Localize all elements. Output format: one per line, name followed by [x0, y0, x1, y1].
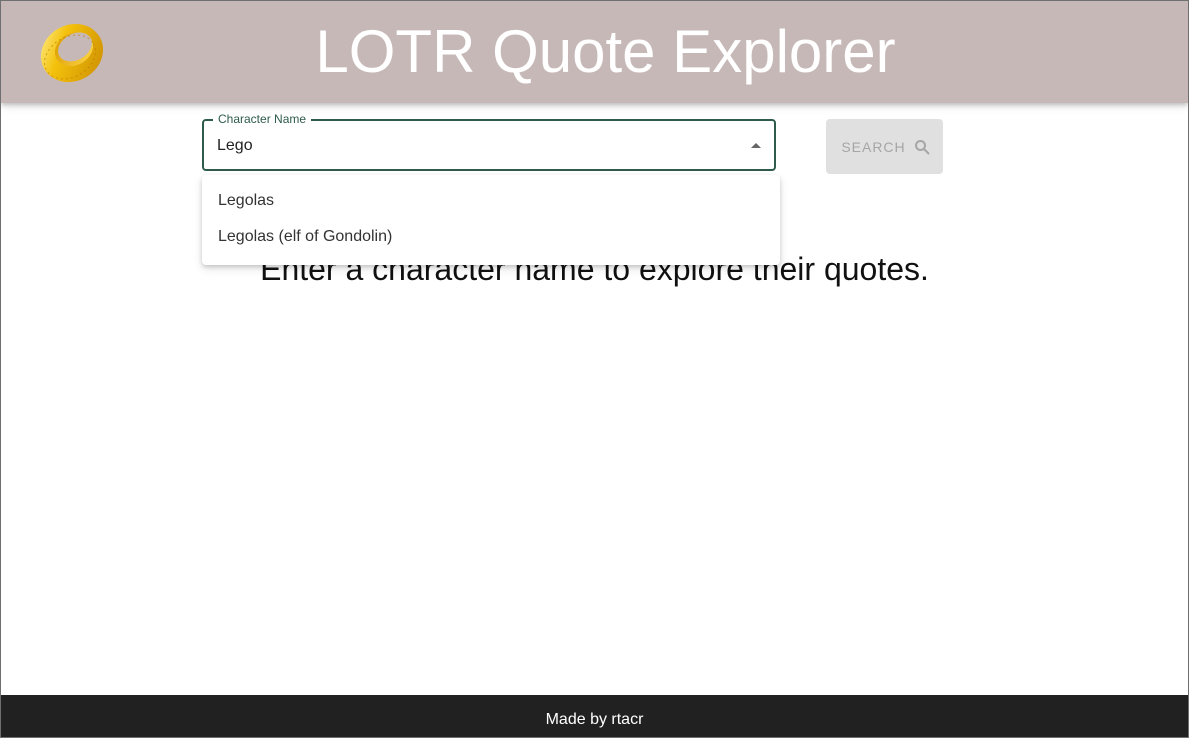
character-name-field[interactable]: Character Name [202, 112, 776, 171]
footer: Made by rtacr [1, 695, 1188, 737]
autocomplete-option[interactable]: Legolas [218, 191, 274, 211]
app-window: LOTR Quote Explorer Character Name SEARC… [0, 0, 1189, 738]
character-name-input[interactable] [217, 131, 717, 161]
search-button[interactable]: SEARCH [826, 119, 943, 174]
autocomplete-option[interactable]: Legolas (elf of Gondolin) [218, 227, 392, 247]
search-button-label: SEARCH [841, 138, 906, 155]
search-icon [914, 139, 930, 155]
app-title: LOTR Quote Explorer [315, 18, 896, 85]
character-name-label: Character Name [213, 112, 312, 126]
caret-up-icon[interactable] [751, 143, 761, 148]
autocomplete-listbox: Legolas Legolas (elf of Gondolin) [202, 175, 780, 265]
app-header: LOTR Quote Explorer [1, 1, 1188, 103]
footer-credit: Made by rtacr [545, 711, 644, 728]
